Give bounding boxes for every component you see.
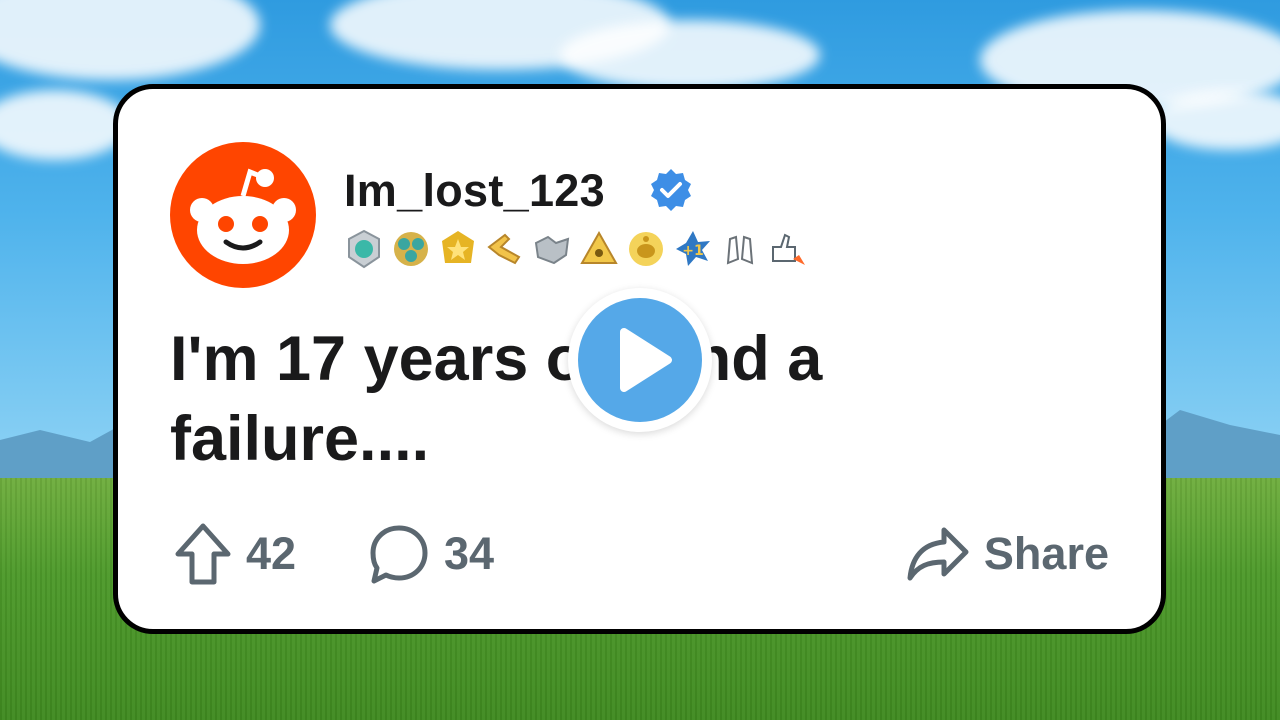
svg-text:+1: +1: [682, 243, 703, 259]
username[interactable]: Im_lost_123: [344, 165, 605, 217]
comments-button[interactable]: 34: [368, 519, 494, 589]
comment-count: 34: [444, 528, 495, 579]
upvote-button[interactable]: 42: [174, 519, 296, 589]
wholesome-flower-icon[interactable]: [391, 229, 431, 269]
comment-bubble-icon: [370, 525, 428, 584]
share-button[interactable]: Share: [906, 519, 1109, 589]
plus-one-icon[interactable]: +1: [673, 229, 713, 269]
handshake-icon[interactable]: [532, 229, 572, 269]
post-title[interactable]: I'm 17 years old and a failure....: [170, 319, 870, 479]
cloud: [560, 20, 820, 90]
reddit-snoo-avatar[interactable]: [170, 142, 316, 288]
helpful-medal-icon[interactable]: [344, 229, 384, 269]
verified-badge-icon: [651, 169, 691, 211]
post-title-line-1: I'm 17 years old and a: [170, 324, 823, 394]
clapping-hands-icon[interactable]: [720, 229, 760, 269]
share-label: Share: [983, 528, 1109, 579]
post-title-line-2: failure....: [170, 404, 430, 474]
rocket-thumbs-up-icon[interactable]: [767, 229, 807, 269]
post-actions-bar: 42 34 Share: [170, 519, 1109, 589]
share-arrow-icon: [907, 527, 969, 581]
gold-snoo-icon[interactable]: [626, 229, 666, 269]
upvote-arrow-icon: [175, 523, 231, 585]
pointing-hand-icon[interactable]: [485, 229, 525, 269]
play-triangle-icon: [620, 328, 672, 392]
awards-row: +1: [344, 229, 807, 269]
play-video-button[interactable]: [568, 288, 712, 432]
gold-star-icon[interactable]: [438, 229, 478, 269]
pyramid-icon[interactable]: [579, 229, 619, 269]
upvote-count: 42: [246, 528, 297, 579]
